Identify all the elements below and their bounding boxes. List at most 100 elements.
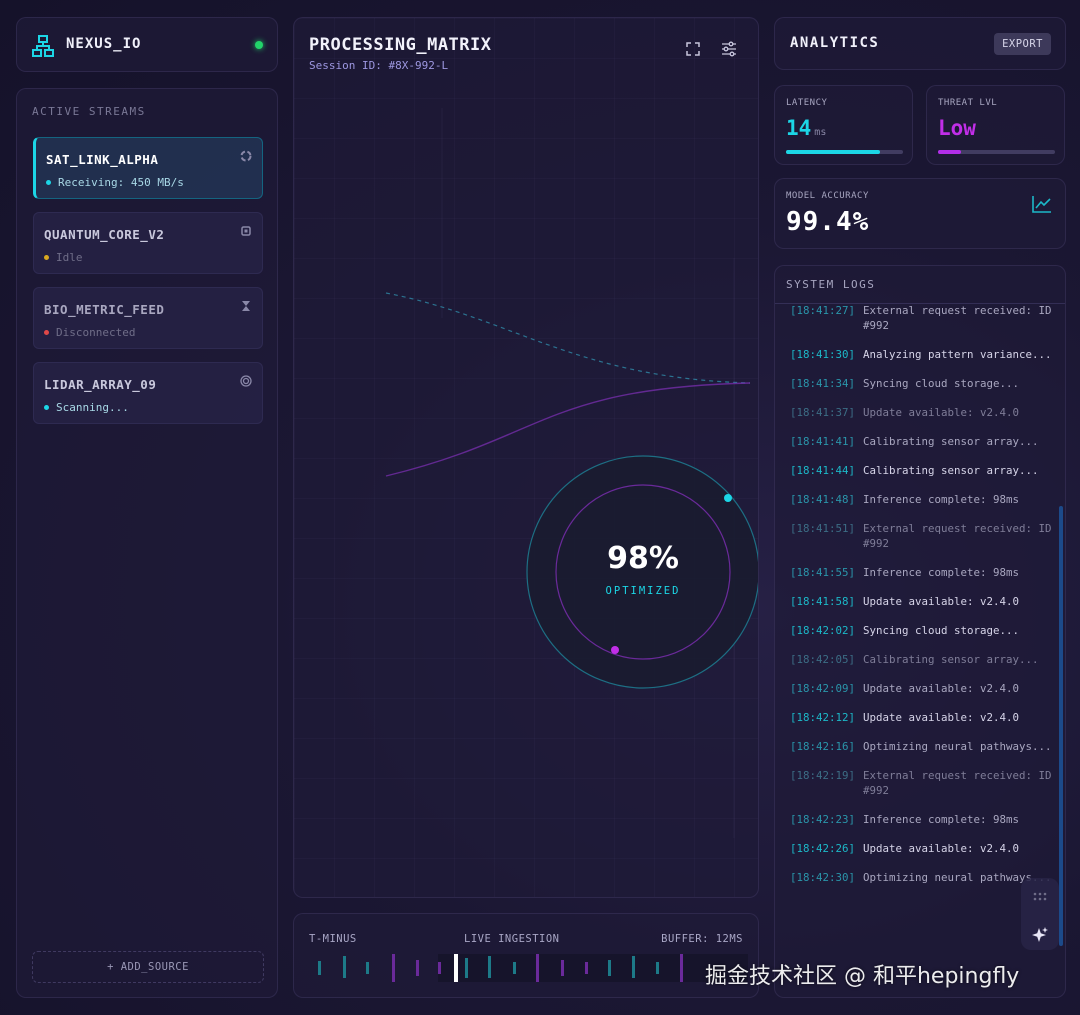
model-accuracy-card: MODEL ACCURACY 99.4% <box>774 178 1066 249</box>
threat-bar <box>938 150 1055 154</box>
stream-name: SAT_LINK_ALPHA <box>46 152 159 167</box>
log-timestamp: [18:42:23] <box>790 813 856 826</box>
threat-bar-fill <box>938 150 962 154</box>
log-timestamp: [18:41:34] <box>790 377 856 390</box>
logs-title: SYSTEM LOGS <box>786 278 876 291</box>
log-message: Update available: v2.4.0 <box>863 406 1020 419</box>
stream-item-bio-metric-feed[interactable]: BIO_METRIC_FEED Disconnected <box>33 287 263 349</box>
log-entry: [18:41:58] Update available: v2.4.0 <box>790 594 1052 609</box>
log-message: External request received: ID #992 <box>863 769 1052 797</box>
log-entry: [18:41:48] Inference complete: 98ms <box>790 492 1052 507</box>
log-entry: [18:42:30] Optimizing neural pathways... <box>790 870 1052 885</box>
log-entry: [18:42:12] Update available: v2.4.0 <box>790 710 1052 725</box>
log-timestamp: [18:41:51] <box>790 522 856 535</box>
log-entry: [18:42:02] Syncing cloud storage... <box>790 623 1052 638</box>
spinner-icon <box>240 150 252 162</box>
threat-value: Low <box>938 116 976 140</box>
log-timestamp: [18:41:41] <box>790 435 856 448</box>
stream-item-lidar-array-09[interactable]: LIDAR_ARRAY_09 Scanning... <box>33 362 263 424</box>
log-entry: [18:41:44] Calibrating sensor array... <box>790 463 1052 478</box>
accuracy-value: 99.4% <box>786 207 870 237</box>
log-entry: [18:41:27] External request received: ID … <box>790 303 1052 333</box>
stream-item-sat-link-alpha[interactable]: SAT_LINK_ALPHA Receiving: 450 MB/s <box>33 137 263 199</box>
hourglass-icon <box>242 301 250 311</box>
log-entry: [18:42:16] Optimizing neural pathways... <box>790 739 1052 754</box>
log-message: External request received: ID #992 <box>863 522 1052 550</box>
log-timestamp: [18:42:26] <box>790 842 856 855</box>
optimization-gauge: 98% OPTIMIZED <box>526 455 758 689</box>
threat-label: THREAT LVL <box>938 98 998 108</box>
log-message: Optimizing neural pathways... <box>863 740 1052 753</box>
log-timestamp: [18:41:30] <box>790 348 856 361</box>
latency-unit: ms <box>814 127 827 138</box>
log-message: External request received: ID #992 <box>863 304 1052 332</box>
log-timestamp: [18:41:27] <box>790 304 856 317</box>
log-timestamp: [18:41:37] <box>790 406 856 419</box>
watermark-text: 掘金技术社区 @ 和平hepingfly <box>705 964 1020 989</box>
threat-level-card: THREAT LVL Low <box>926 85 1065 165</box>
buffer-label: BUFFER: 12MS <box>661 933 743 945</box>
export-button[interactable]: EXPORT <box>994 33 1051 55</box>
log-timestamp: [18:42:09] <box>790 682 856 695</box>
log-timestamp: [18:42:16] <box>790 740 856 753</box>
stream-status: Receiving: 450 MB/s <box>46 176 184 189</box>
log-message: Update available: v2.4.0 <box>863 711 1020 724</box>
stream-item-quantum-core-v2[interactable]: QUANTUM_CORE_V2 Idle <box>33 212 263 274</box>
latency-value: 14 <box>786 116 812 140</box>
matrix-title: PROCESSING_MATRIX <box>309 35 492 55</box>
fullscreen-icon[interactable] <box>684 40 702 58</box>
add-source-button[interactable]: + ADD_SOURCE <box>32 951 264 983</box>
stream-name: BIO_METRIC_FEED <box>44 302 165 317</box>
log-message: Update available: v2.4.0 <box>863 682 1020 695</box>
log-list: [18:41:27] External request received: ID … <box>790 303 1052 899</box>
brand-name: NEXUS_IO <box>66 36 142 52</box>
log-message: Calibrating sensor array... <box>863 653 1039 666</box>
logs-scrollbar[interactable] <box>1059 506 1063 946</box>
stream-status: Scanning... <box>44 401 129 414</box>
log-entry: [18:41:30] Analyzing pattern variance... <box>790 347 1052 362</box>
log-entry: [18:41:41] Calibrating sensor array... <box>790 434 1052 449</box>
ingestion-bars <box>318 954 748 982</box>
log-message: Calibrating sensor array... <box>863 464 1039 477</box>
processing-matrix-panel: PROCESSING_MATRIX Session ID: #8X-992-L … <box>293 17 759 898</box>
session-id: Session ID: #8X-992-L <box>309 59 449 72</box>
sparkle-icon[interactable] <box>1031 926 1049 944</box>
log-timestamp: [18:42:02] <box>790 624 856 637</box>
stream-status-text: Scanning... <box>56 401 129 414</box>
brand-header: NEXUS_IO <box>16 17 278 72</box>
status-indicator <box>255 41 263 49</box>
latency-bar <box>786 150 903 154</box>
log-message: Calibrating sensor array... <box>863 435 1039 448</box>
gauge-value: 98% <box>607 541 679 576</box>
log-message: Syncing cloud storage... <box>863 377 1020 390</box>
latency-card: LATENCY 14 ms <box>774 85 913 165</box>
chip-icon <box>241 226 251 236</box>
log-entry: [18:42:19] External request received: ID … <box>790 768 1052 798</box>
floating-tools <box>1021 878 1059 950</box>
log-message: Syncing cloud storage... <box>863 624 1020 637</box>
log-message: Inference complete: 98ms <box>863 493 1020 506</box>
log-message: Inference complete: 98ms <box>863 813 1020 826</box>
latency-label: LATENCY <box>786 98 828 108</box>
streams-title: ACTIVE STREAMS <box>32 105 146 118</box>
settings-sliders-icon[interactable] <box>720 40 738 58</box>
log-timestamp: [18:41:55] <box>790 566 856 579</box>
network-icon <box>32 35 54 57</box>
log-message: Inference complete: 98ms <box>863 566 1020 579</box>
log-entry: [18:42:26] Update available: v2.4.0 <box>790 841 1052 856</box>
log-entry: [18:42:23] Inference complete: 98ms <box>790 812 1052 827</box>
ingestion-timeline: T-MINUS LIVE INGESTION BUFFER: 12MS <box>293 913 759 998</box>
stream-name: QUANTUM_CORE_V2 <box>44 227 165 242</box>
log-message: Analyzing pattern variance... <box>863 348 1052 361</box>
analytics-title: ANALYTICS <box>790 35 880 51</box>
analytics-header: ANALYTICS EXPORT <box>774 17 1066 70</box>
target-icon <box>240 375 252 387</box>
stream-name: LIDAR_ARRAY_09 <box>44 377 157 392</box>
log-entry: [18:41:51] External request received: ID … <box>790 521 1052 551</box>
log-message: Update available: v2.4.0 <box>863 595 1020 608</box>
log-timestamp: [18:41:48] <box>790 493 856 506</box>
log-entry: [18:41:37] Update available: v2.4.0 <box>790 405 1052 420</box>
log-entry: [18:41:34] Syncing cloud storage... <box>790 376 1052 391</box>
log-message: Update available: v2.4.0 <box>863 842 1020 855</box>
log-entry: [18:42:09] Update available: v2.4.0 <box>790 681 1052 696</box>
